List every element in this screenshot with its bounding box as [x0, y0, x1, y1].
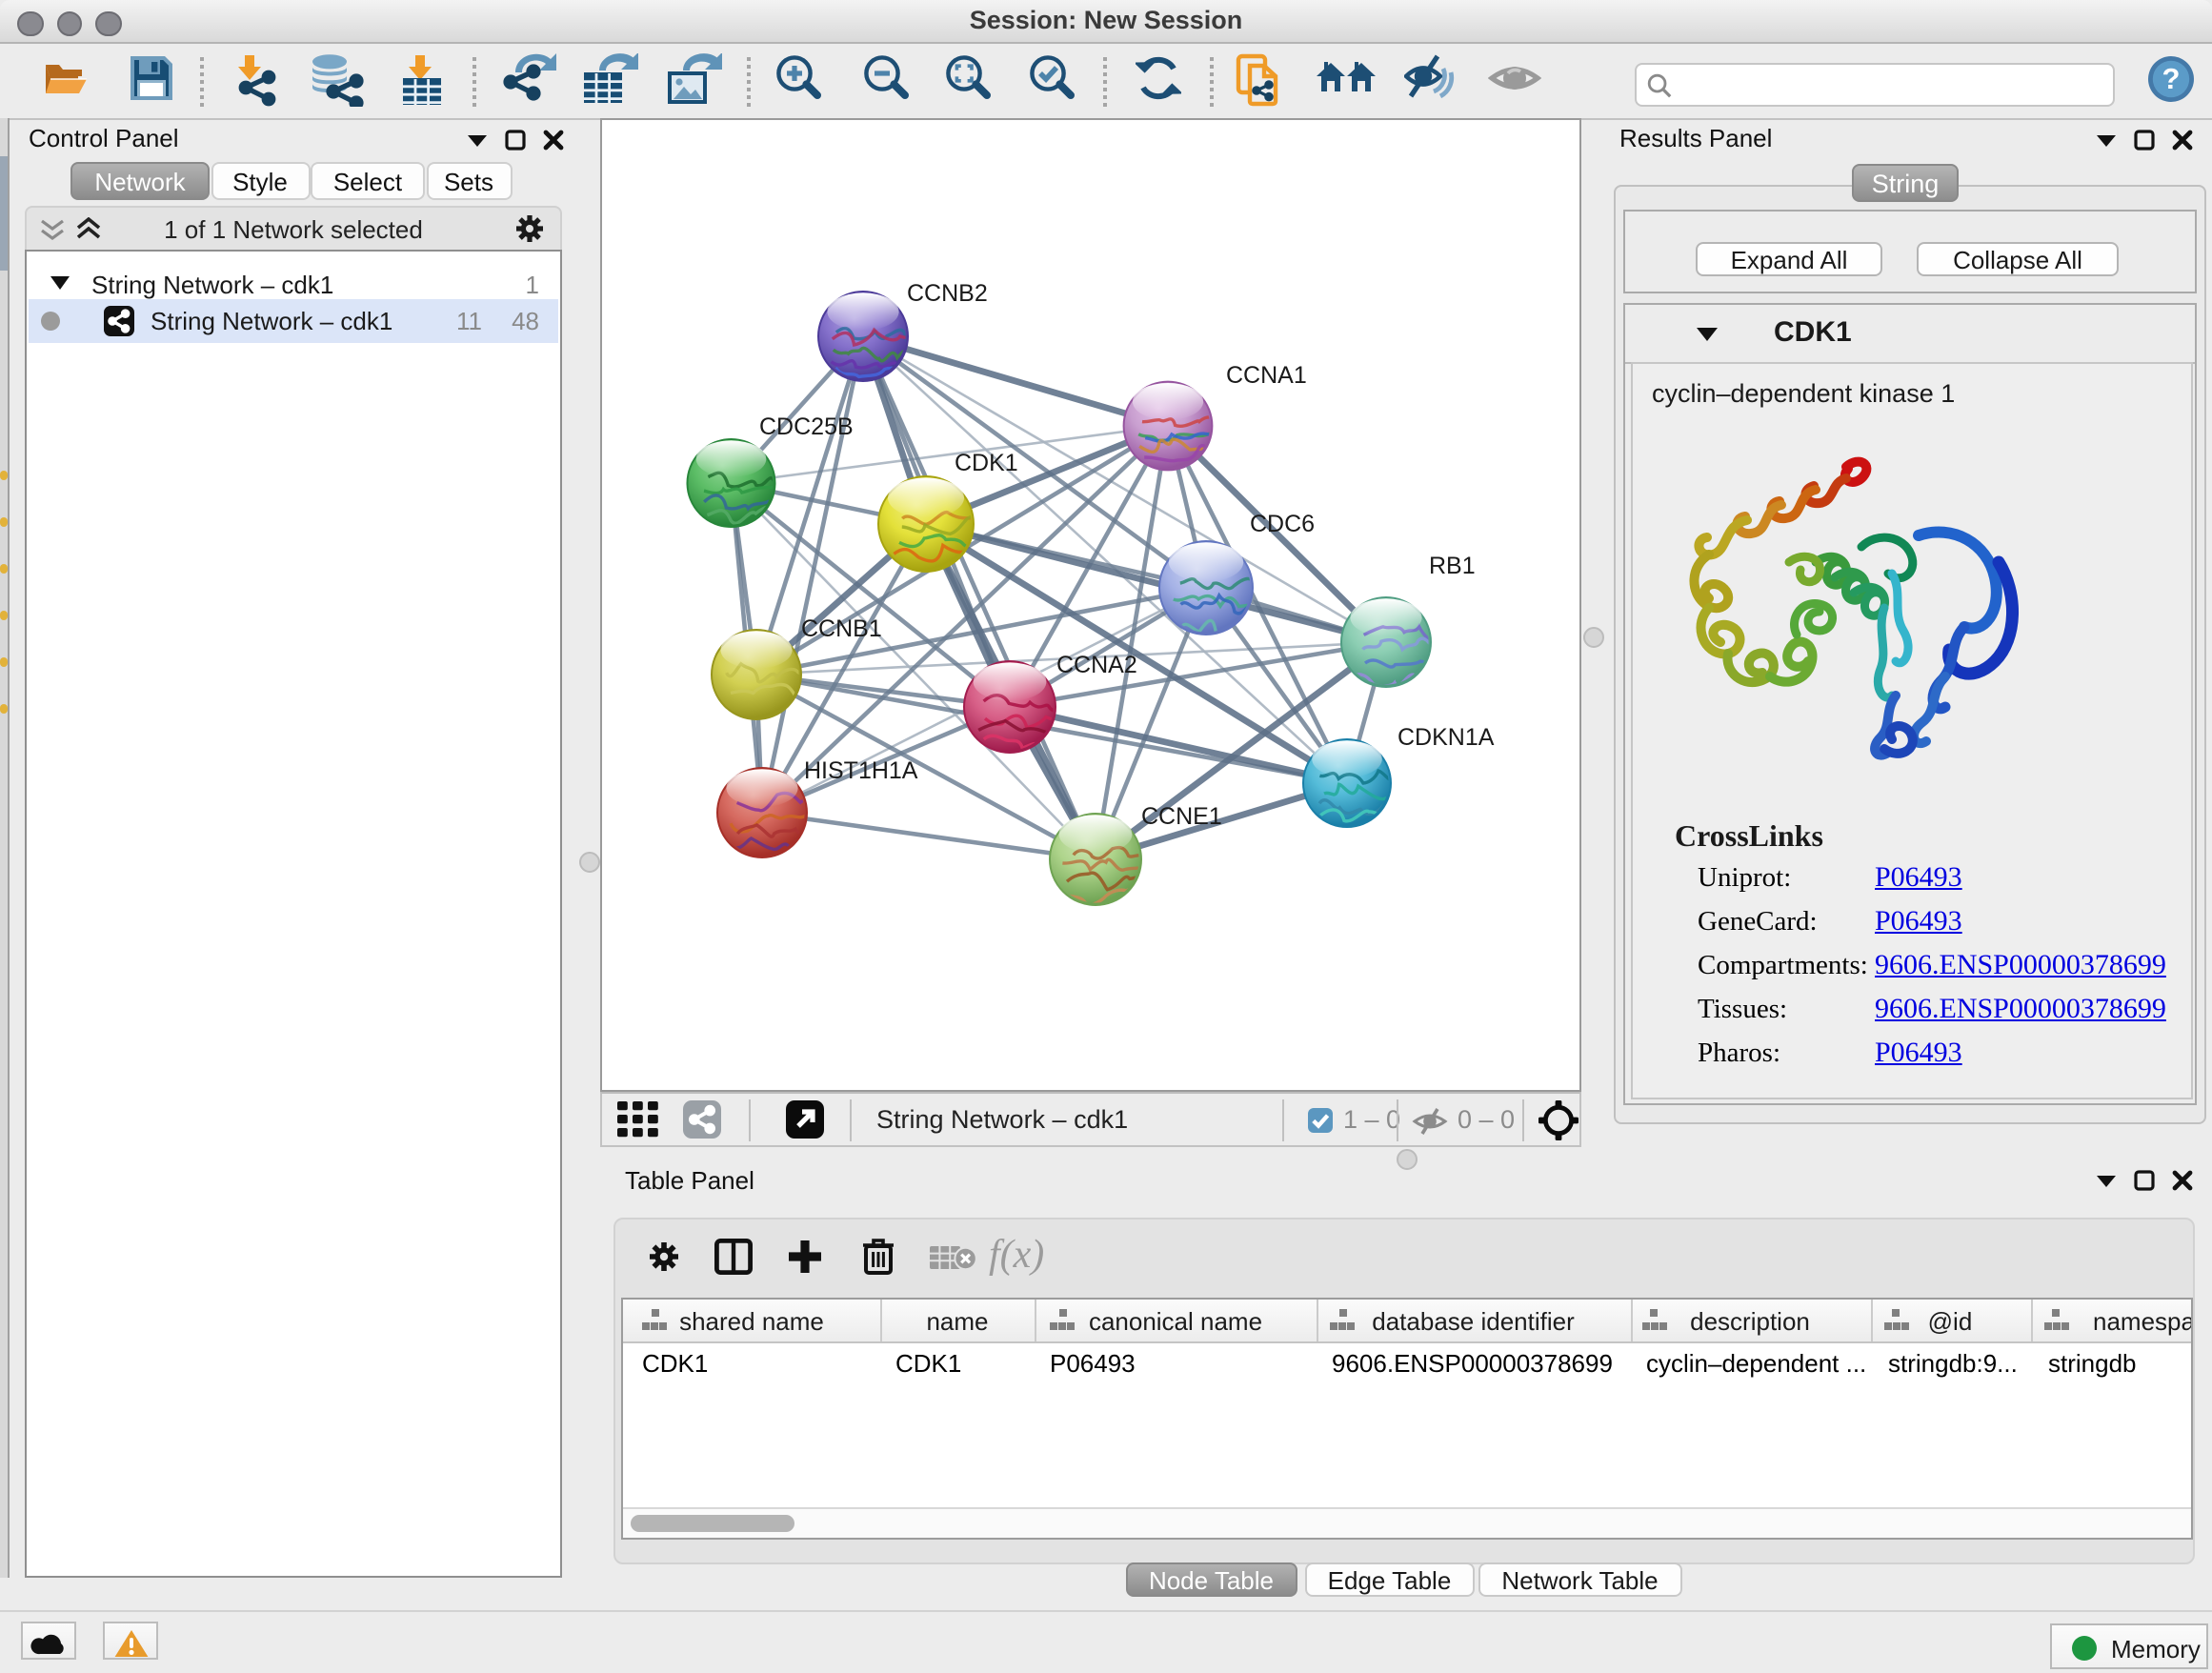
svg-text:CDKN1A: CDKN1A [1398, 724, 1495, 751]
svg-text:CCNA1: CCNA1 [1226, 362, 1307, 389]
svg-text:CCNB1: CCNB1 [801, 615, 882, 642]
svg-text:CDC6: CDC6 [1250, 511, 1315, 537]
svg-text:HIST1H1A: HIST1H1A [804, 757, 918, 784]
svg-text:CDC25B: CDC25B [759, 413, 854, 440]
svg-text:CCNA2: CCNA2 [1056, 652, 1137, 678]
svg-text:RB1: RB1 [1429, 553, 1476, 579]
svg-text:CCNB2: CCNB2 [907, 280, 988, 307]
svg-text:CDK1: CDK1 [955, 450, 1018, 476]
svg-text:CCNE1: CCNE1 [1141, 803, 1222, 830]
svg-text:?: ? [2162, 62, 2181, 95]
